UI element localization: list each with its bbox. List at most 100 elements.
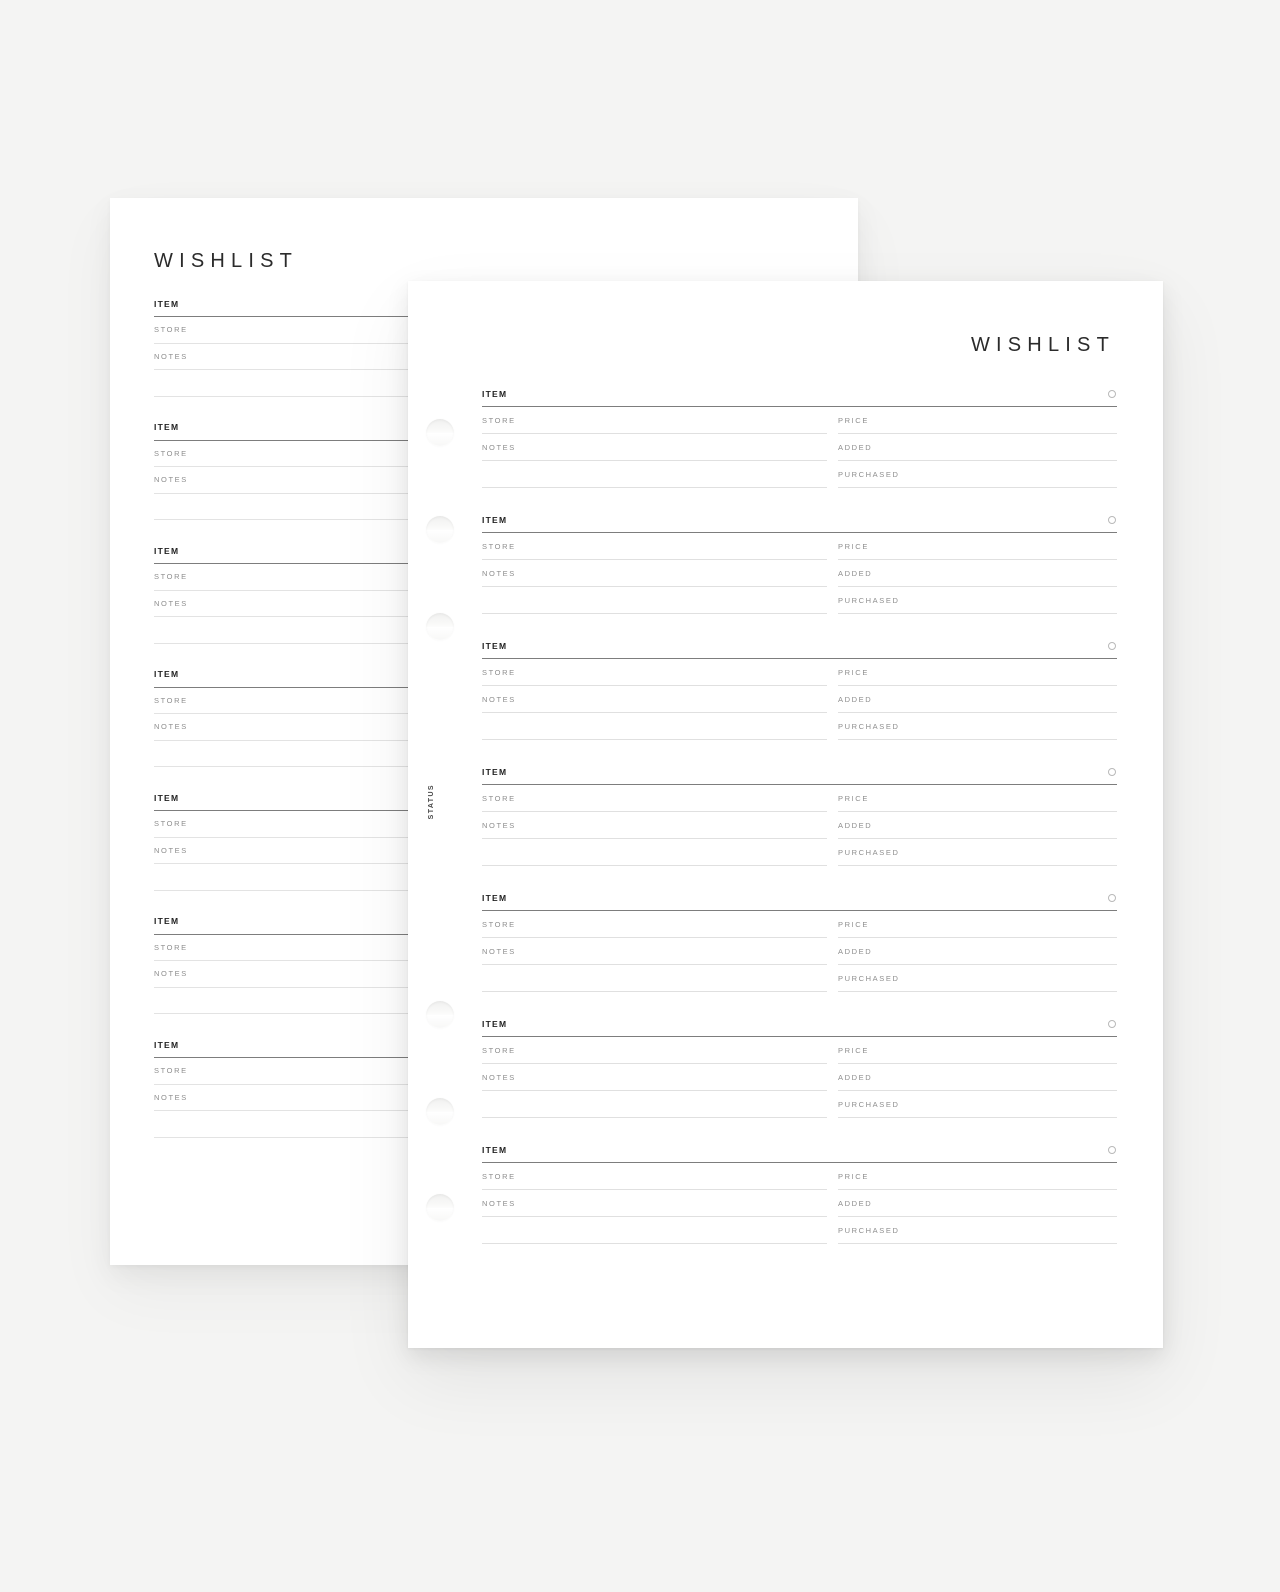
- store-field-row[interactable]: STORE: [482, 785, 827, 812]
- store-field-row[interactable]: STORE: [482, 659, 827, 686]
- notes-label: NOTES: [482, 442, 516, 452]
- item-left-column: STORE NOTES: [482, 1037, 827, 1118]
- item-label: ITEM: [154, 422, 180, 432]
- column-divider-gap: [827, 1037, 838, 1118]
- item-right-column: PRICE ADDED PURCHASED: [838, 533, 1117, 614]
- store-label: STORE: [154, 448, 188, 458]
- price-field-row[interactable]: PRICE: [838, 1163, 1117, 1190]
- item-detail-columns: STORE NOTES PRICE ADDED PURCHASED: [482, 533, 1117, 614]
- notes-field-row[interactable]: NOTES: [482, 1064, 827, 1091]
- price-label: PRICE: [838, 919, 869, 929]
- screenshot-canvas: WISHLIST ITEM STORE NOTES ITEM STORE NOTES ITE…: [0, 0, 1280, 1592]
- front-page-item-list: ITEM STORE NOTES PRICE ADDED PURCHASED ITEM STO…: [482, 381, 1117, 1244]
- notes-writing-line[interactable]: [482, 587, 827, 614]
- purchased-field-row[interactable]: PURCHASED: [838, 965, 1117, 992]
- status-circle-icon[interactable]: [1108, 1019, 1116, 1028]
- item-label: ITEM: [482, 766, 508, 777]
- store-label: STORE: [154, 819, 188, 829]
- added-field-row[interactable]: ADDED: [838, 812, 1117, 839]
- item-title-row[interactable]: ITEM: [482, 885, 1117, 911]
- back-page-title: WISHLIST: [154, 250, 299, 272]
- notes-field-row[interactable]: NOTES: [482, 1190, 827, 1217]
- price-label: PRICE: [838, 1045, 869, 1055]
- price-field-row[interactable]: PRICE: [838, 785, 1117, 812]
- notes-writing-line[interactable]: [482, 965, 827, 992]
- notes-label: NOTES: [482, 820, 516, 830]
- notes-label: NOTES: [482, 946, 516, 956]
- status-circle-icon[interactable]: [1108, 515, 1116, 524]
- added-field-row[interactable]: ADDED: [838, 560, 1117, 587]
- notes-writing-line[interactable]: [482, 713, 827, 740]
- purchased-field-row[interactable]: PURCHASED: [838, 839, 1117, 866]
- notes-field-row[interactable]: NOTES: [482, 812, 827, 839]
- price-field-row[interactable]: PRICE: [838, 1037, 1117, 1064]
- status-circle-icon[interactable]: [1108, 1145, 1116, 1154]
- notes-writing-line[interactable]: [482, 1217, 827, 1244]
- notes-label: NOTES: [154, 475, 188, 485]
- purchased-field-row[interactable]: PURCHASED: [838, 713, 1117, 740]
- added-field-row[interactable]: ADDED: [838, 434, 1117, 461]
- purchased-field-row[interactable]: PURCHASED: [838, 1217, 1117, 1244]
- item-title-row[interactable]: ITEM: [482, 381, 1117, 407]
- purchased-field-row[interactable]: PURCHASED: [838, 587, 1117, 614]
- added-label: ADDED: [838, 568, 873, 578]
- punch-hole-icon: [426, 613, 454, 641]
- item-title-row[interactable]: ITEM: [482, 507, 1117, 533]
- item-title-row[interactable]: ITEM: [482, 1137, 1117, 1163]
- store-label: STORE: [482, 667, 516, 677]
- store-label: STORE: [482, 1045, 516, 1055]
- added-field-row[interactable]: ADDED: [838, 938, 1117, 965]
- status-circle-icon[interactable]: [1108, 893, 1116, 902]
- item-left-column: STORE NOTES: [482, 407, 827, 488]
- item-right-column: PRICE ADDED PURCHASED: [838, 785, 1117, 866]
- price-field-row[interactable]: PRICE: [838, 533, 1117, 560]
- item-title-row[interactable]: ITEM: [482, 633, 1117, 659]
- wishlist-item-block: ITEM STORE NOTES PRICE ADDED PURCHASED: [482, 1137, 1117, 1244]
- store-field-row[interactable]: STORE: [482, 911, 827, 938]
- column-divider-gap: [827, 659, 838, 740]
- purchased-label: PURCHASED: [838, 721, 900, 731]
- status-circle-icon[interactable]: [1108, 641, 1116, 650]
- notes-writing-line[interactable]: [482, 839, 827, 866]
- status-circle-icon[interactable]: [1108, 389, 1116, 398]
- price-label: PRICE: [838, 793, 869, 803]
- added-label: ADDED: [838, 1072, 873, 1082]
- store-field-row[interactable]: STORE: [482, 533, 827, 560]
- store-field-row[interactable]: STORE: [482, 407, 827, 434]
- purchased-field-row[interactable]: PURCHASED: [838, 461, 1117, 488]
- purchased-label: PURCHASED: [838, 595, 900, 605]
- notes-field-row[interactable]: NOTES: [482, 686, 827, 713]
- item-title-row[interactable]: ITEM: [482, 1011, 1117, 1037]
- price-field-row[interactable]: PRICE: [838, 911, 1117, 938]
- added-field-row[interactable]: ADDED: [838, 1064, 1117, 1091]
- wishlist-item-block: ITEM STORE NOTES PRICE ADDED PURCHASED: [482, 1011, 1117, 1118]
- notes-label: NOTES: [154, 969, 188, 979]
- notes-label: NOTES: [482, 1072, 516, 1082]
- status-circle-icon[interactable]: [1108, 767, 1116, 776]
- added-label: ADDED: [838, 820, 873, 830]
- purchased-label: PURCHASED: [838, 1099, 900, 1109]
- punch-hole-icon: [426, 419, 454, 447]
- notes-field-row[interactable]: NOTES: [482, 938, 827, 965]
- column-divider-gap: [827, 407, 838, 488]
- store-field-row[interactable]: STORE: [482, 1037, 827, 1064]
- notes-writing-line[interactable]: [482, 461, 827, 488]
- added-field-row[interactable]: ADDED: [838, 686, 1117, 713]
- notes-field-row[interactable]: NOTES: [482, 560, 827, 587]
- notes-label: NOTES: [482, 568, 516, 578]
- item-label: ITEM: [482, 1018, 508, 1029]
- store-field-row[interactable]: STORE: [482, 1163, 827, 1190]
- notes-field-row[interactable]: NOTES: [482, 434, 827, 461]
- price-field-row[interactable]: PRICE: [838, 407, 1117, 434]
- column-divider-gap: [827, 533, 838, 614]
- notes-label: NOTES: [154, 722, 188, 732]
- item-detail-columns: STORE NOTES PRICE ADDED PURCHASED: [482, 1163, 1117, 1244]
- notes-writing-line[interactable]: [482, 1091, 827, 1118]
- purchased-label: PURCHASED: [838, 973, 900, 983]
- item-title-row[interactable]: ITEM: [482, 759, 1117, 785]
- item-label: ITEM: [154, 916, 180, 926]
- purchased-field-row[interactable]: PURCHASED: [838, 1091, 1117, 1118]
- price-label: PRICE: [838, 667, 869, 677]
- price-field-row[interactable]: PRICE: [838, 659, 1117, 686]
- added-field-row[interactable]: ADDED: [838, 1190, 1117, 1217]
